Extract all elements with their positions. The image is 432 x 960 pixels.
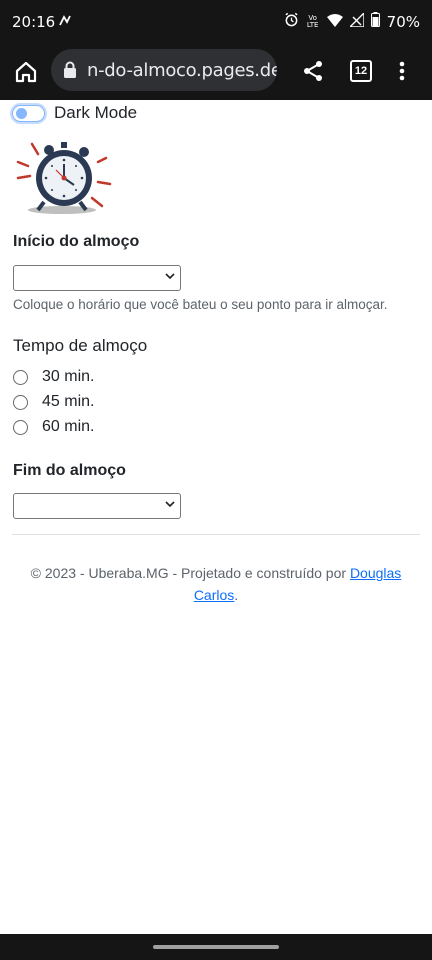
- end-time-select[interactable]: [13, 493, 181, 519]
- kebab-menu-icon: [399, 61, 405, 81]
- volte-icon: Vo LTE: [306, 13, 319, 29]
- duration-option-45[interactable]: 45 min.: [13, 393, 94, 411]
- start-time-help: Coloque o horário que você bateu o seu p…: [13, 297, 388, 312]
- status-icons: Vo LTE 70%: [284, 10, 420, 31]
- dark-mode-label: Dark Mode: [54, 103, 138, 122]
- duration-option-label: 45 min.: [42, 393, 95, 410]
- wifi-icon: [326, 13, 343, 31]
- end-time-label: Fim do almoço: [13, 462, 126, 479]
- chevron-down-icon: [165, 501, 175, 508]
- url-text: n-do-almoco.pages.dev: [87, 60, 277, 81]
- gesture-handle[interactable]: [153, 945, 279, 949]
- home-icon: [15, 61, 37, 83]
- radio-button[interactable]: [13, 419, 28, 435]
- footer-divider: [12, 534, 420, 535]
- home-button[interactable]: [12, 58, 40, 86]
- status-bar: 20:16 Vo LTE 70%: [0, 0, 432, 46]
- lock-icon: [64, 61, 76, 78]
- system-nav-bar: [0, 934, 432, 960]
- address-bar[interactable]: n-do-almoco.pages.dev: [51, 49, 277, 91]
- dark-mode-switch[interactable]: [12, 104, 45, 122]
- menu-button[interactable]: [396, 58, 408, 84]
- dark-mode-toggle-row: Dark Mode: [12, 103, 137, 123]
- radio-button[interactable]: [13, 369, 28, 385]
- battery-icon: [370, 12, 380, 31]
- duration-label: Tempo de almoço: [13, 336, 148, 355]
- duration-option-60[interactable]: 60 min.: [13, 418, 94, 436]
- footer-text: © 2023 - Uberaba.MG - Projetado e constr…: [30, 565, 350, 581]
- footer-suffix: .: [234, 587, 239, 603]
- alarm-icon: [284, 12, 299, 31]
- share-button[interactable]: [300, 58, 326, 84]
- browser-toolbar: n-do-almoco.pages.dev 12: [0, 46, 432, 100]
- notification-icon: [58, 13, 72, 31]
- duration-option-label: 30 min.: [42, 368, 95, 385]
- author-link-first[interactable]: Douglas: [350, 565, 401, 581]
- radio-button[interactable]: [13, 394, 28, 410]
- tab-switcher-button[interactable]: 12: [350, 60, 372, 82]
- alarm-clock-icon: [16, 142, 112, 214]
- status-time: 20:16: [12, 13, 56, 31]
- start-time-label: Início do almoço: [13, 233, 140, 250]
- share-icon: [304, 61, 322, 81]
- duration-option-30[interactable]: 30 min.: [13, 368, 94, 386]
- chevron-down-icon: [165, 273, 175, 280]
- footer: © 2023 - Uberaba.MG - Projetado e constr…: [0, 562, 432, 606]
- author-link-last[interactable]: Carlos: [194, 587, 234, 603]
- battery-level: 70%: [386, 12, 420, 31]
- duration-option-label: 60 min.: [42, 418, 95, 435]
- start-time-select[interactable]: [13, 265, 181, 291]
- signal-icon: [347, 10, 365, 31]
